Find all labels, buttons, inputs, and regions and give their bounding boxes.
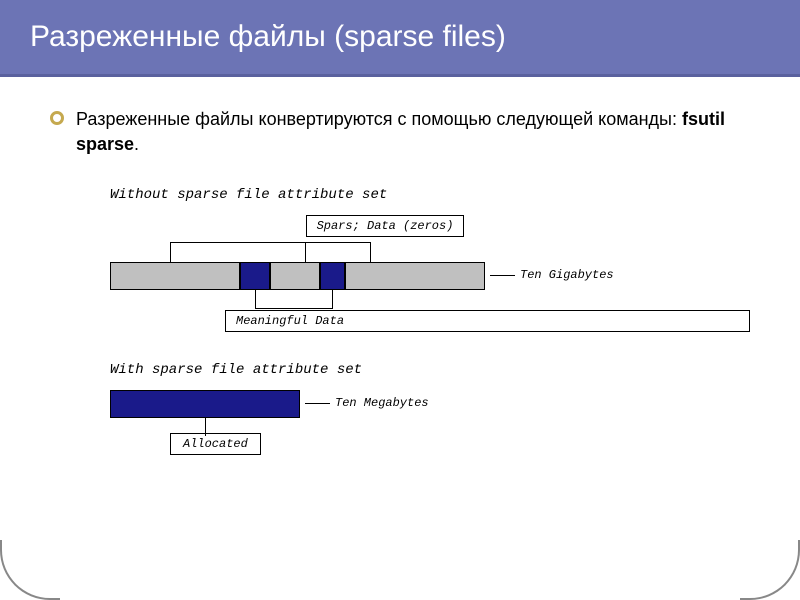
diagram-section-with: With sparse file attribute set Ten Megab… xyxy=(110,362,750,455)
side-connector-2 xyxy=(305,403,330,404)
side-connector-1 xyxy=(490,275,515,276)
bullet-text: Разреженные файлы конвертируются с помощ… xyxy=(76,107,750,157)
bullet-item: Разреженные файлы конвертируются с помощ… xyxy=(50,107,750,157)
bar-segment-blue xyxy=(240,262,270,290)
allocated-label: Allocated xyxy=(170,433,261,455)
top-connectors xyxy=(110,242,485,262)
slide-header: Разреженные файлы (sparse files) xyxy=(0,0,800,77)
diagram-section-without: Without sparse file attribute set Spars;… xyxy=(110,187,750,332)
meaningful-label-row: Meaningful Data xyxy=(225,310,750,332)
corner-decoration-bl xyxy=(0,540,60,600)
section1-title: Without sparse file attribute set xyxy=(110,187,750,203)
top-label-row: Spars; Data (zeros) xyxy=(65,215,705,237)
sparse-data-label: Spars; Data (zeros) xyxy=(306,215,465,237)
bullet-icon xyxy=(50,111,64,125)
bar-segment-blue xyxy=(320,262,345,290)
bar-row-2: Ten Megabytes xyxy=(110,390,750,418)
bullet-suffix: . xyxy=(134,134,139,154)
bar-segment-gray xyxy=(110,262,240,290)
diagram: Without sparse file attribute set Spars;… xyxy=(110,187,750,455)
bullet-prefix: Разреженные файлы конвертируются с помощ… xyxy=(76,109,682,129)
bar-with-sparse xyxy=(110,390,300,418)
bar-row-1: Ten Gigabytes xyxy=(110,262,750,290)
slide-content: Разреженные файлы конвертируются с помощ… xyxy=(0,77,800,485)
section2-title: With sparse file attribute set xyxy=(110,362,750,378)
side-label-2: Ten Megabytes xyxy=(335,396,429,410)
alloc-connector xyxy=(205,418,206,436)
slide-title: Разреженные файлы (sparse files) xyxy=(30,20,770,54)
bar-segment-gray xyxy=(345,262,485,290)
meaningful-data-label: Meaningful Data xyxy=(225,310,750,332)
bar-segments xyxy=(110,262,750,290)
side-label-1: Ten Gigabytes xyxy=(520,268,614,282)
bar-segment-gray xyxy=(270,262,320,290)
corner-decoration-br xyxy=(740,540,800,600)
bottom-connectors xyxy=(110,290,485,310)
